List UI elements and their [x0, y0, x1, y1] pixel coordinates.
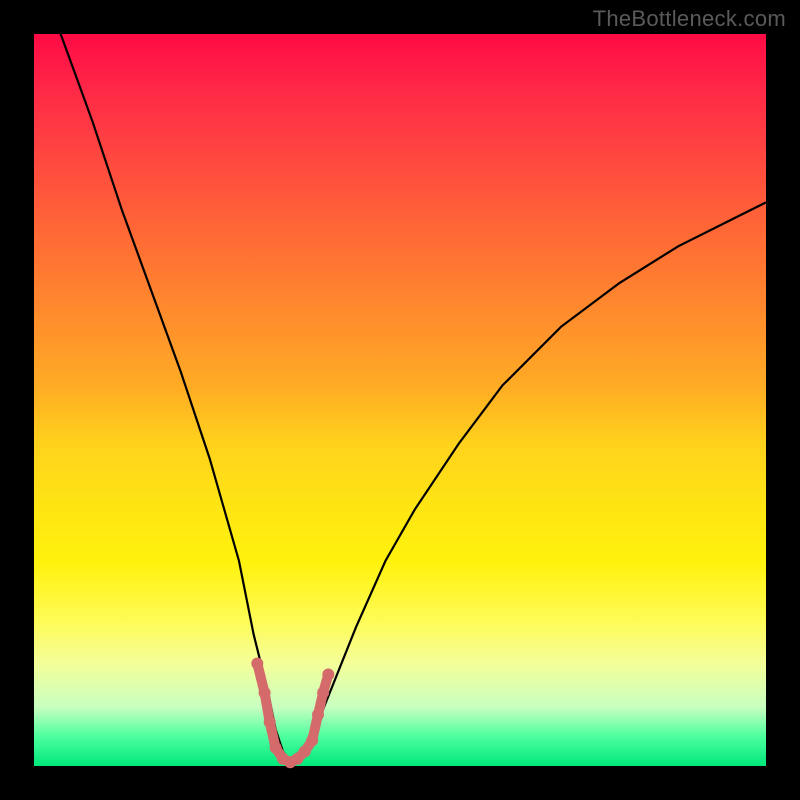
- bottleneck-curve: [34, 0, 766, 762]
- highlight-dot: [317, 687, 329, 699]
- highlight-dot: [270, 742, 282, 754]
- highlight-dot: [299, 745, 311, 757]
- highlight-dot: [251, 658, 263, 670]
- highlight-dot: [322, 669, 334, 681]
- highlight-dot: [306, 734, 318, 746]
- watermark-text: TheBottleneck.com: [593, 6, 786, 32]
- highlight-dot: [259, 687, 271, 699]
- chart-plot-area: [34, 34, 766, 766]
- highlight-dot: [312, 709, 324, 721]
- highlight-dot: [264, 716, 276, 728]
- chart-svg: [34, 34, 766, 766]
